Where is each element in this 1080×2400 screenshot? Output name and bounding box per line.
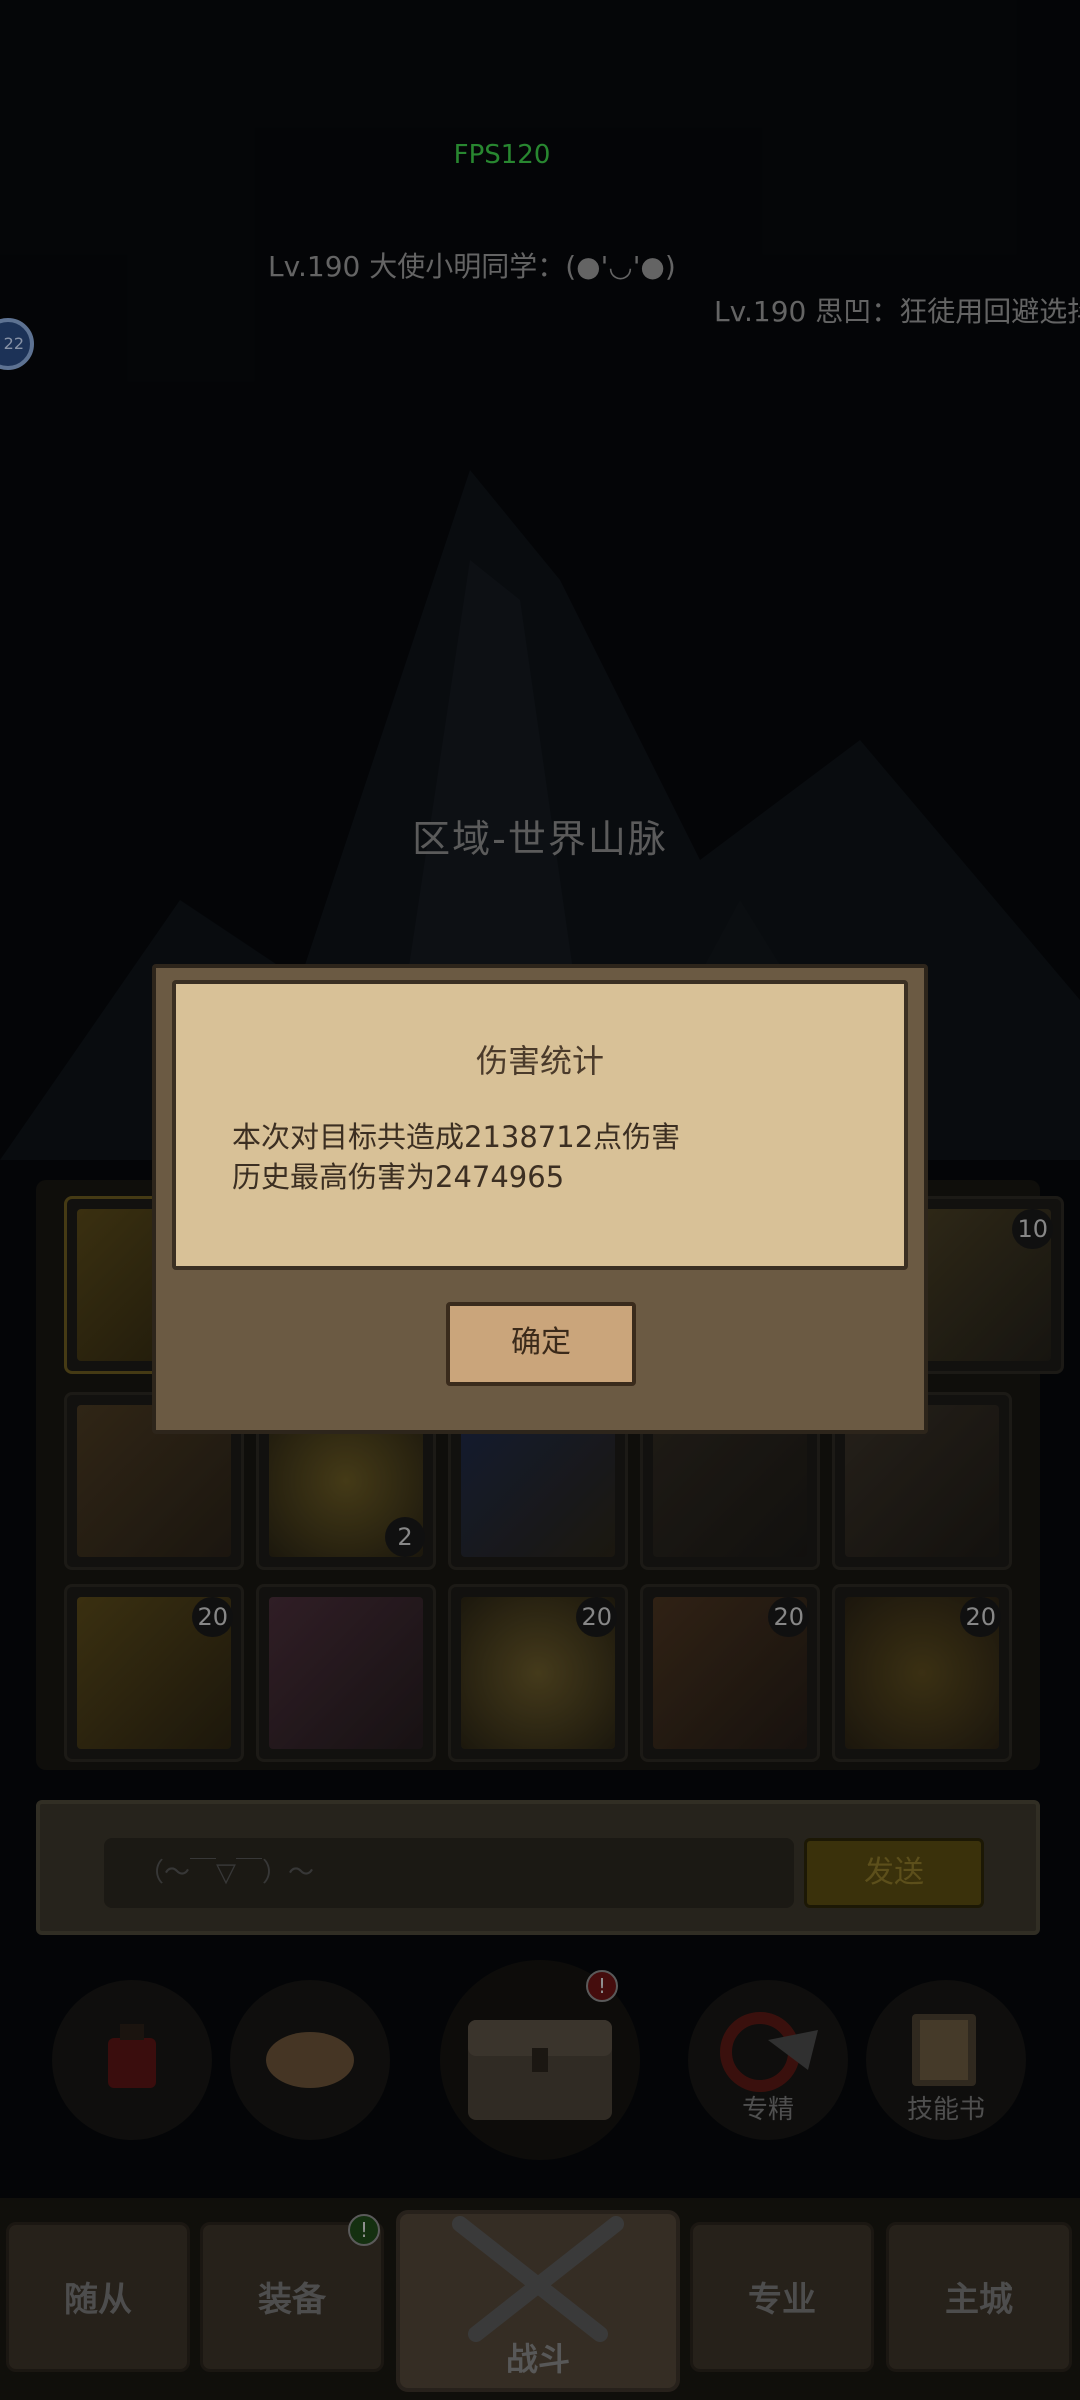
damage-stats-dialog: 伤害统计 本次对目标共造成2138712点伤害 历史最高伤害为2474965 确…	[152, 964, 928, 1434]
dialog-paper: 伤害统计 本次对目标共造成2138712点伤害 历史最高伤害为2474965	[172, 980, 908, 1270]
dialog-title: 伤害统计	[475, 1042, 604, 1080]
confirm-button[interactable]: 确定	[446, 1302, 636, 1386]
best-damage-text: 历史最高伤害为2474965	[232, 1160, 565, 1194]
damage-dealt-text: 本次对目标共造成2138712点伤害	[232, 1120, 681, 1154]
